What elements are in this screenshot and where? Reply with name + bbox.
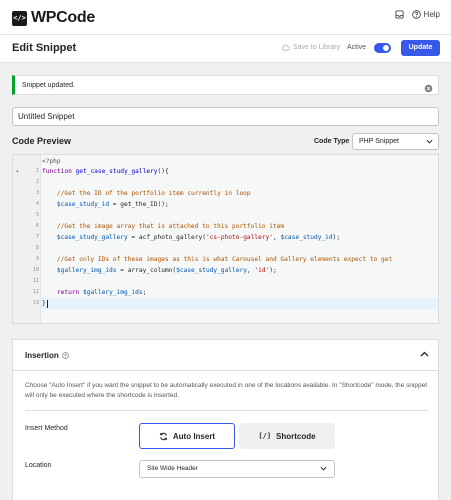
location-label: Location [25, 462, 52, 469]
chevron-up-icon[interactable] [420, 351, 429, 357]
notice-text: Snippet updated. [22, 82, 75, 89]
code-line: function get_case_study_gallery(){ [42, 168, 169, 175]
dismiss-notice-button[interactable] [424, 80, 433, 98]
line-number: 13 [32, 300, 39, 306]
success-notice: Snippet updated. [12, 75, 439, 95]
text-cursor [47, 300, 48, 308]
line-number: 10 [32, 267, 39, 273]
active-toggle[interactable] [374, 43, 391, 53]
code-type-value: PHP Snippet [359, 138, 399, 145]
line-number: 7 [35, 234, 39, 240]
snippet-title-input[interactable] [12, 107, 439, 126]
shortcode-icon: [/] [258, 432, 272, 440]
update-button[interactable]: Update [401, 40, 440, 56]
save-to-library-button[interactable]: Save to Library [281, 44, 340, 51]
save-to-library-label: Save to Library [293, 44, 341, 51]
cloud-upload-icon [281, 44, 290, 51]
insert-method-label: Insert Method [25, 425, 68, 432]
code-line: } [41, 298, 438, 309]
code-line: $case_study_gallery = acf_photo_gallery(… [56, 234, 341, 241]
code-line: $case_study_id = get_the_ID(); [56, 201, 169, 208]
code-preview-title: Code Preview [12, 136, 72, 146]
line-number-gutter: ▾ 1 2 3 4 5 6 7 8 9 10 11 12 13 [13, 155, 41, 323]
logo-mark: </> [12, 10, 27, 26]
divider [25, 410, 428, 411]
chevron-down-icon [426, 139, 433, 144]
inbox-button[interactable] [394, 10, 404, 19]
code-line: //Get only IDs of these images as this i… [56, 256, 393, 263]
location-value: Site Wide Header [147, 465, 198, 472]
chevron-down-icon [320, 466, 327, 471]
code-editor[interactable]: ▾ 1 2 3 4 5 6 7 8 9 10 11 12 13 <?php fu… [12, 154, 439, 324]
active-label: Active [347, 44, 367, 51]
insertion-title: Insertion [25, 351, 69, 360]
line-number: 9 [35, 256, 39, 262]
code-line: //Get the image array that is attached t… [56, 223, 285, 230]
insertion-header[interactable]: Insertion [13, 340, 438, 371]
line-number: 11 [32, 278, 39, 284]
help-label: Help [423, 10, 440, 19]
logo-text: WPCode [31, 9, 95, 26]
insertion-description: Choose "Auto Insert" if you want the sni… [25, 382, 428, 399]
wpcode-logo: </> WPCode [12, 9, 95, 27]
insertion-title-text: Insertion [25, 351, 59, 360]
line-number: 1 [35, 168, 39, 174]
line-number: 5 [35, 212, 39, 218]
help-icon [411, 10, 421, 19]
line-number: 8 [35, 245, 39, 251]
insertion-panel: Insertion Choose "Auto Insert" if you wa… [12, 339, 439, 500]
shortcode-button[interactable]: [/] Shortcode [239, 423, 335, 449]
help-button[interactable]: Help [411, 10, 440, 19]
snippet-header: Edit Snippet Save to Library Active Upda… [0, 35, 451, 63]
code-type-label: Code Type [314, 138, 350, 145]
refresh-icon [159, 432, 168, 440]
page-title: Edit Snippet [12, 42, 77, 54]
code-line: //Get the ID of the portfolio item curre… [56, 190, 251, 197]
top-bar: </> WPCode Help [0, 0, 451, 35]
location-select[interactable]: Site Wide Header [139, 460, 335, 478]
code-type-select[interactable]: PHP Snippet [352, 133, 439, 150]
line-number: 3 [35, 190, 39, 196]
line-number: 6 [35, 223, 39, 229]
close-circle-icon [424, 84, 433, 93]
auto-insert-button[interactable]: Auto Insert [139, 423, 235, 449]
code-line: return $gallery_img_ids; [56, 289, 147, 296]
line-number: 2 [35, 179, 39, 185]
line-number: 4 [35, 201, 39, 207]
inbox-icon [394, 10, 404, 19]
code-line: $gallery_img_ids = array_column($case_st… [56, 267, 277, 274]
auto-insert-label: Auto Insert [172, 431, 216, 441]
help-circle-icon[interactable] [61, 352, 69, 359]
line-number: 12 [32, 289, 39, 295]
shortcode-label: Shortcode [276, 431, 316, 441]
